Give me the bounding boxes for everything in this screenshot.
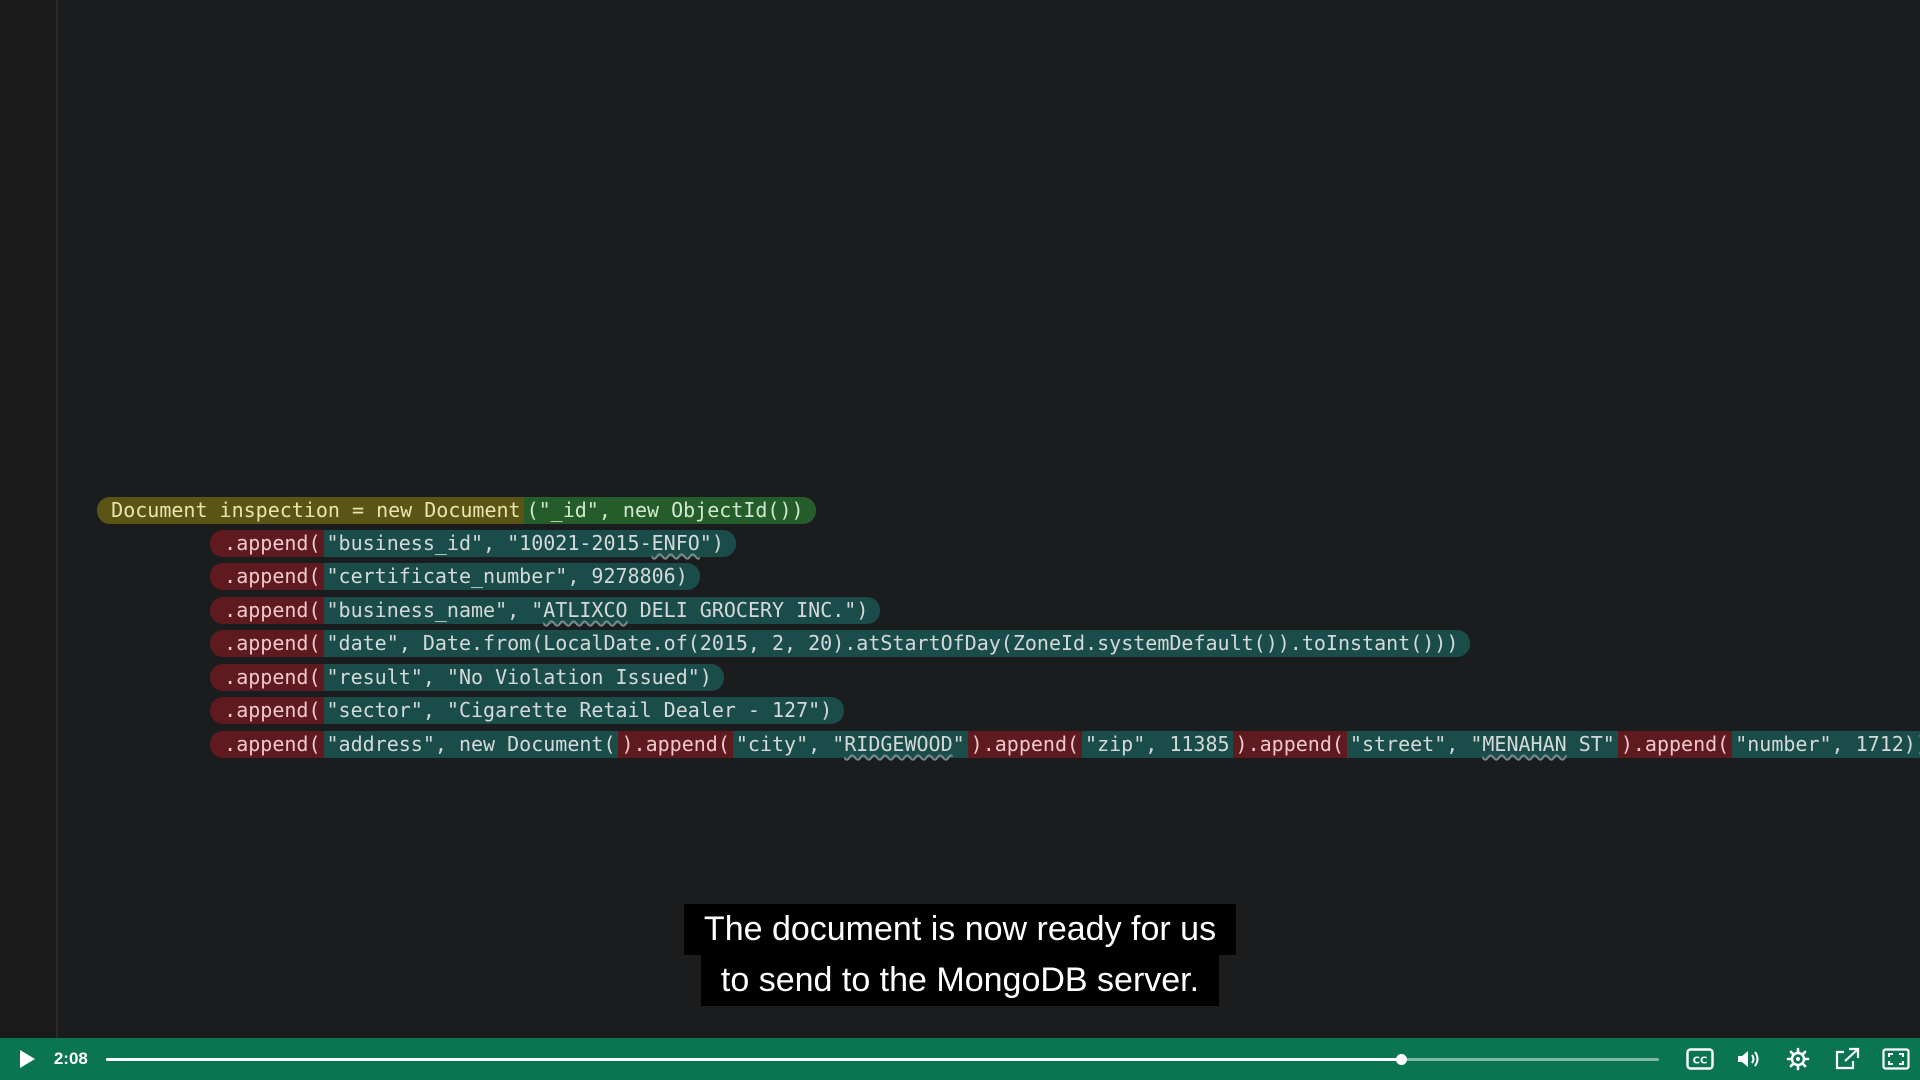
caption-line-1: The document is now ready for us	[0, 904, 1920, 955]
code-token: ")	[699, 531, 724, 555]
code-line-4: .append("business_name", "ATLIXCO DELI G…	[162, 570, 881, 624]
right-controls: CC	[1675, 1038, 1920, 1080]
progress-bar[interactable]	[105, 1053, 1659, 1065]
code-token: "zip", 11385	[1082, 731, 1233, 758]
share-button[interactable]	[1822, 1038, 1871, 1080]
volume-icon	[1736, 1048, 1762, 1070]
svg-text:CC: CC	[1692, 1056, 1707, 1067]
fullscreen-button[interactable]	[1871, 1038, 1920, 1080]
caption-text: to send to the MongoDB server.	[700, 955, 1220, 1006]
code-token: "	[952, 732, 965, 756]
settings-button[interactable]	[1773, 1038, 1822, 1080]
code-token: "number", 1712));	[1732, 731, 1920, 758]
code-token: "city", "	[735, 732, 845, 756]
code-editor: Document inspection = new Document ("_id"…	[0, 0, 1920, 1038]
closed-captions-icon: CC	[1685, 1048, 1714, 1070]
code-line-8: .append("address", new Document().append…	[162, 704, 1920, 758]
code-token: ).append(	[618, 731, 733, 758]
code-line-2: .append("business_id", "10021-2015-ENFO"…	[162, 503, 736, 557]
caption-line-2: to send to the MongoDB server.	[0, 955, 1920, 1006]
code-token: .append(	[210, 731, 324, 758]
code-line-6: .append("result", "No Violation Issued")	[162, 637, 724, 691]
code-token: ).append(	[1617, 731, 1733, 758]
play-icon	[18, 1049, 36, 1069]
code-token: ).append(	[1232, 731, 1347, 758]
caption-text: The document is now ready for us	[683, 904, 1237, 955]
share-icon	[1834, 1047, 1860, 1071]
volume-button[interactable]	[1724, 1038, 1773, 1080]
captions-button[interactable]: CC	[1675, 1038, 1724, 1080]
current-time: 2:08	[53, 1049, 88, 1068]
code-token: RIDGEWOOD	[844, 732, 953, 756]
code-token: MENAHAN	[1482, 732, 1567, 756]
code-line-5: .append("date", Date.from(LocalDate.of(2…	[162, 603, 1471, 657]
code-token: ).append(	[967, 731, 1083, 758]
progress-handle[interactable]	[1396, 1053, 1408, 1065]
code-line-7: .append("sector", "Cigarette Retail Deal…	[162, 670, 845, 724]
code-token: "address", new Document(	[323, 731, 619, 758]
fullscreen-icon	[1881, 1048, 1910, 1070]
code-token-group: "city", "RIDGEWOOD"	[732, 731, 968, 758]
code-line-3: .append("certificate_number", 9278806)	[162, 536, 700, 590]
play-button[interactable]	[6, 1038, 48, 1080]
progress-fill	[105, 1057, 1402, 1061]
video-controls: 2:08 CC	[0, 1038, 1920, 1080]
code-token-group: "street", "MENAHAN ST"	[1346, 731, 1618, 758]
code-token: "street", "	[1349, 732, 1483, 756]
code-line-1: Document inspection = new Document ("_id"…	[49, 470, 816, 524]
settings-icon	[1786, 1047, 1810, 1071]
code-token: ST"	[1566, 732, 1615, 756]
